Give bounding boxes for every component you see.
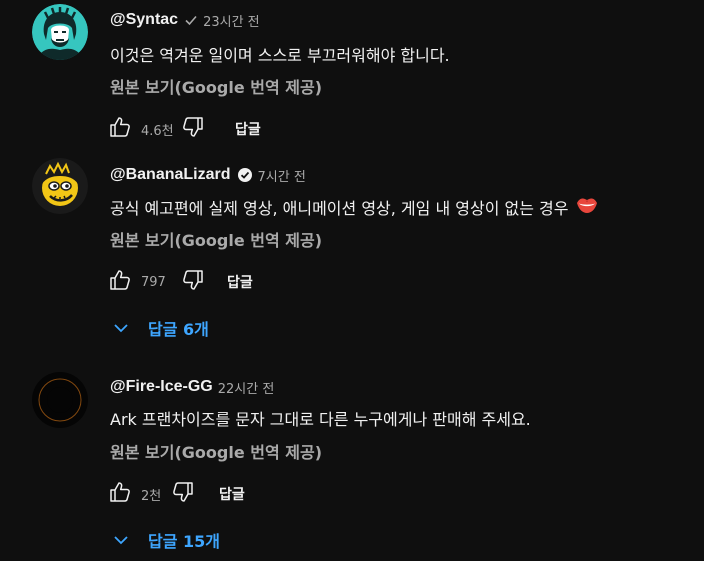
like-button[interactable] [104, 266, 136, 298]
reply-button[interactable]: 답글 [219, 484, 245, 504]
view-replies-button[interactable]: 답글 15개 [112, 524, 220, 556]
reply-button[interactable]: 답글 [235, 119, 261, 139]
like-count: 4.6천 [141, 123, 174, 139]
yellow-lizard-avatar-icon[interactable] [32, 158, 88, 214]
aquaman-avatar-icon[interactable] [32, 4, 88, 60]
thumbs-down-icon [181, 268, 205, 296]
chevron-down-icon [112, 531, 130, 549]
comment-actions: 797 답글 [104, 266, 253, 298]
author-name[interactable]: @Syntac [110, 11, 178, 29]
replies-count-label: 답글 6개 [148, 320, 209, 339]
thumbs-down-icon [181, 115, 205, 143]
reply-button[interactable]: 답글 [227, 272, 253, 292]
comment-timestamp[interactable]: 7시간 전 [258, 166, 306, 185]
dislike-button[interactable] [167, 478, 199, 510]
thumbs-down-icon [171, 480, 195, 508]
like-button[interactable] [104, 478, 136, 510]
see-original-link[interactable]: 원본 보기(Google 번역 제공) [110, 76, 322, 100]
author-name[interactable]: @Fire-Ice-GG [110, 378, 213, 396]
comment-actions: 4.6천 답글 [104, 113, 261, 145]
like-count: 2천 [141, 488, 162, 504]
creator-check-icon [237, 167, 253, 183]
see-original-link[interactable]: 원본 보기(Google 번역 제공) [110, 229, 322, 253]
comment-text: 공식 예고편에 실제 영상, 애니메이션 영상, 게임 내 영상이 없는 경우 [110, 196, 598, 222]
see-original-link[interactable]: 원본 보기(Google 번역 제공) [110, 441, 322, 465]
verified-check-icon [184, 13, 198, 27]
comment-text: 이것은 역겨운 일이며 스스로 부끄러워해야 합니다. [110, 46, 450, 65]
comment-text-content: 공식 예고편에 실제 영상, 애니메이션 영상, 게임 내 영상이 없는 경우 [110, 199, 569, 218]
comment-actions: 2천 답글 [104, 478, 245, 510]
lips-emoji-icon [576, 195, 598, 223]
comment-header: @BananaLizard 7시간 전 [110, 164, 306, 186]
comment-text: Ark 프랜차이즈를 문자 그대로 다른 누구에게나 판매해 주세요. [110, 410, 531, 429]
chevron-down-icon [112, 319, 130, 337]
comment-header: @Fire-Ice-GG 22시간 전 [110, 376, 274, 398]
like-button[interactable] [104, 113, 136, 145]
like-count: 797 [141, 274, 166, 290]
view-replies-button[interactable]: 답글 6개 [112, 312, 209, 344]
author-name[interactable]: @BananaLizard [110, 166, 231, 184]
comment-timestamp[interactable]: 22시간 전 [218, 378, 275, 397]
fire-ice-ring-avatar-icon[interactable] [32, 372, 88, 428]
comment-timestamp[interactable]: 23시간 전 [203, 11, 260, 30]
thumbs-up-icon [108, 268, 132, 296]
replies-count-label: 답글 15개 [148, 532, 220, 551]
comment-header: @Syntac 23시간 전 [110, 9, 260, 31]
dislike-button[interactable] [177, 113, 209, 145]
thumbs-up-icon [108, 480, 132, 508]
dislike-button[interactable] [177, 266, 209, 298]
thumbs-up-icon [108, 115, 132, 143]
